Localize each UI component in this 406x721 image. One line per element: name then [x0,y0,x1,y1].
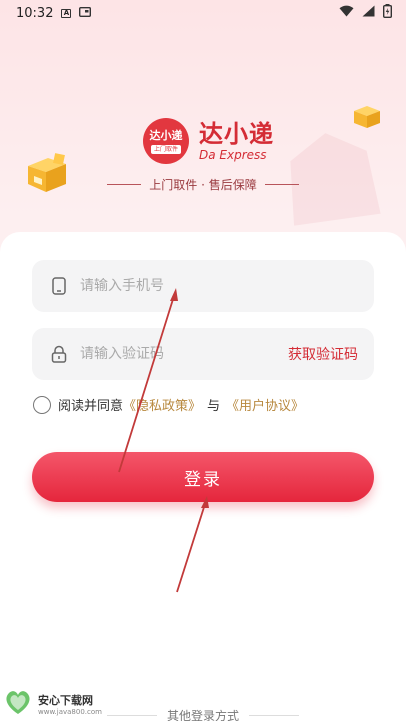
logo-badge: 达小递 上门取件 [143,118,189,164]
other-login-label: 其他登录方式 [166,709,239,721]
phone-field[interactable] [32,260,374,312]
phone-icon [50,277,68,295]
other-login-section: 其他登录方式 [0,707,406,721]
status-right [339,4,392,22]
tagline-line-left [107,184,142,185]
wifi-icon [339,5,354,21]
battery-icon [382,4,392,22]
user-agreement-link[interactable]: 《用户协议》 [226,395,304,414]
brand-name-cn: 达小递 [199,120,274,148]
agreement-row: 阅读并同意 《隐私政策》 与 《用户协议》 [33,395,304,414]
status-bar: 10:32 A [0,0,406,26]
other-login-line-left [106,715,157,716]
lock-icon [50,345,68,363]
other-login-line-right [249,715,299,716]
get-code-button[interactable]: 获取验证码 [288,344,358,364]
login-button[interactable]: 登录 [32,452,374,502]
agree-checkbox[interactable] [33,395,51,414]
logo-sub-text: 上门取件 [150,144,181,154]
package-box-small-icon [352,103,382,129]
brand-name-en: Da Express [199,148,267,162]
signal-icon [362,5,375,21]
privacy-policy-link[interactable]: 《隐私政策》 [123,395,201,414]
logo-main-text: 达小递 [149,128,183,142]
brand-logo: 达小递 上门取件 达小递 Da Express [143,118,274,164]
status-left: 10:32 A [16,5,92,21]
notification-a-icon: A [61,8,72,18]
code-field[interactable]: 获取验证码 [32,328,374,380]
tagline: 上门取件 · 售后保障 [0,176,406,193]
brand-text: 达小递 Da Express [199,120,274,162]
agree-and-text: 与 [207,399,221,414]
status-time: 10:32 [16,5,54,21]
code-input[interactable] [80,346,288,362]
phone-input[interactable] [80,278,358,294]
notification-image-icon [79,6,92,21]
tagline-text: 上门取件 · 售后保障 [149,178,257,192]
agree-prefix: 阅读并同意 [58,399,124,414]
site-watermark-name: 安心下载网 [38,694,93,707]
tagline-line-right [264,184,299,185]
